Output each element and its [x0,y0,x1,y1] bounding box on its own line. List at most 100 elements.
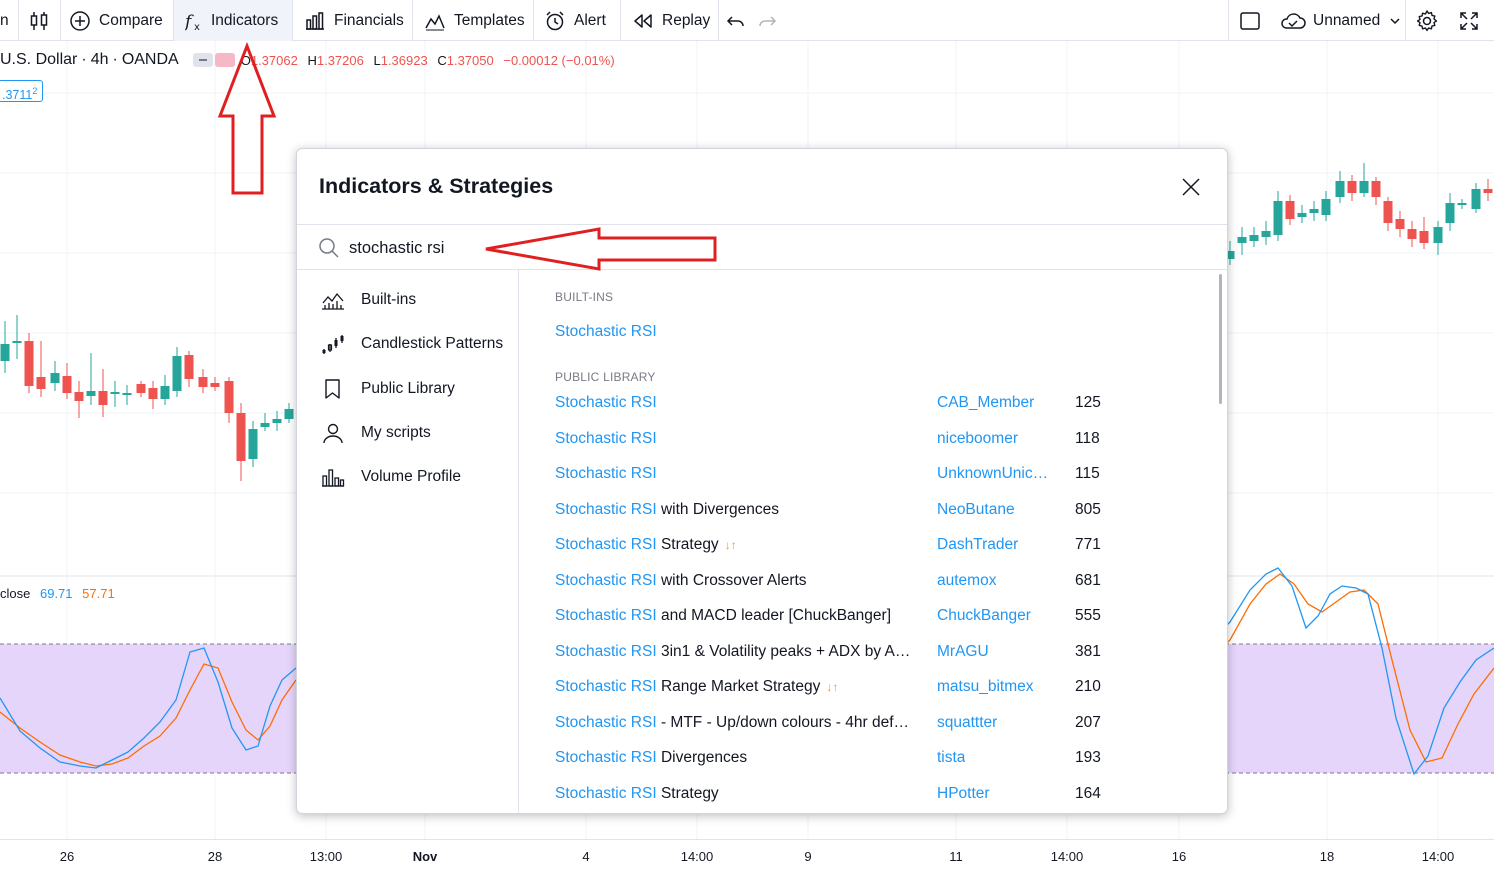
time-axis-label: 26 [59,849,75,864]
close-button[interactable] [1177,173,1205,201]
time-axis-label: 18 [1319,849,1335,864]
candle-body [136,384,146,393]
result-name-rest: Divergences [656,749,748,766]
sidebar-item-public-library[interactable]: Public Library [321,374,455,404]
time-axis[interactable]: 26 28 13:00 Nov 4 14:00 9 11 14:00 16 18 14:00 [0,839,1494,871]
alert-button[interactable]: Alert [544,0,606,41]
result-author[interactable]: autemox [937,572,996,590]
result-likes: 210 [1075,678,1101,695]
chart-type-button[interactable] [28,0,50,41]
divider [718,0,719,41]
hide-icon[interactable] [192,53,213,67]
result-author[interactable]: HPotter [937,785,990,803]
result-name: Stochastic RSI Strategy [555,785,725,803]
candle-body [260,423,270,427]
results-list[interactable]: BUILT-INS Stochastic RSI PUBLIC LIBRARY … [519,270,1227,813]
result-row[interactable]: Stochastic RSI UnknownUnic… 115 [519,460,1219,490]
candle-body [272,419,282,423]
time-axis-label: 13:00 [309,849,343,864]
result-likes: 115 [1075,465,1100,482]
undo-button[interactable] [725,0,747,41]
replay-button[interactable]: Replay [632,0,710,41]
result-name-highlight: Stochastic RSI [555,784,657,802]
result-author[interactable]: CAB_Member [937,394,1034,412]
result-author[interactable]: matsu_bitmex [937,678,1033,696]
search-input[interactable] [349,235,729,261]
result-row[interactable]: Stochastic RSI - MTF - Up/down colours -… [519,709,1219,739]
templates-label: Templates [454,11,525,29]
legend-toggles[interactable] [192,53,235,67]
cloud-icon [1281,12,1306,29]
result-author[interactable]: ChuckBanger [937,607,1031,625]
result-likes: 681 [1075,571,1101,589]
chevron-down-icon [1390,17,1400,24]
divider [412,0,413,41]
replay-label: Replay [662,11,711,29]
result-author[interactable]: DashTrader [937,536,1018,554]
result-likes: 207 [1075,713,1101,731]
result-name-rest: 3in1 & Volatility peaks + ADX by A… [656,642,911,660]
result-row[interactable]: Stochastic RSI CAB_Member 125 [519,389,1219,419]
compare-button[interactable]: Compare [69,0,163,41]
time-axis-label: 16 [1171,849,1187,864]
result-row[interactable]: Stochastic RSI Strategy ↓↑ DashTrader 771 [519,531,1219,561]
settings-button[interactable] [1415,0,1439,41]
templates-button[interactable]: Templates [424,0,525,41]
financials-label: Financials [334,11,404,29]
result-row[interactable]: Stochastic RSI with Divergences NeoButane… [519,496,1219,526]
candle-body [98,391,108,405]
candle-body [1335,181,1345,197]
candle-body [1261,231,1271,237]
financials-button[interactable]: Financials [304,0,404,41]
result-author[interactable]: UnknownUnic… [937,465,1048,483]
list-scrollbar[interactable] [1219,274,1222,404]
result-author[interactable]: niceboomer [937,430,1018,448]
built-ins-icon [322,292,344,310]
candle-body [12,341,22,343]
result-row[interactable]: Stochastic RSI [519,318,1219,348]
result-name-rest: and MACD leader [ChuckBanger] [656,607,891,624]
result-author[interactable]: MrAGU [937,643,989,661]
result-author[interactable]: tista [937,749,965,767]
result-author[interactable]: NeoButane [937,501,1015,519]
result-row[interactable]: Stochastic RSI 3in1 & Volatility peaks +… [519,638,1219,668]
result-row[interactable]: Stochastic RSI and MACD leader [ChuckBan… [519,602,1219,632]
fullscreen-button[interactable] [1458,0,1480,41]
candle-body [1321,199,1331,215]
result-author[interactable]: squattter [937,714,997,732]
redo-button[interactable] [756,0,778,41]
sidebar-item-volume-profile[interactable]: Volume Profile [321,462,461,492]
indicators-button[interactable]: fx Indicators [174,0,292,41]
result-name-highlight: Stochastic RSI [555,323,657,340]
result-row[interactable]: Stochastic RSI niceboomer 118 [519,425,1219,455]
result-row[interactable]: Stochastic RSI Divergences tista 193 [519,744,1219,774]
result-name-highlight: Stochastic RSI [555,678,657,695]
square-icon [1240,11,1260,30]
time-axis-label: 28 [207,849,223,864]
candle-body [1359,181,1369,193]
low-value: 1.36923 [380,52,428,68]
result-likes: 193 [1075,749,1101,766]
fullscreen-square-button[interactable] [1239,0,1261,41]
symbol-search-fragment[interactable]: n [0,0,9,41]
plus-circle-icon [70,10,90,31]
sidebar-item-label: Volume Profile [361,468,461,485]
wave-icon[interactable] [214,53,235,67]
result-name-highlight: Stochastic RSI [555,642,657,660]
candle-body [1285,201,1295,219]
result-row[interactable]: Stochastic RSI Strategy HPotter 164 [519,780,1219,810]
result-name-rest: Strategy [656,784,719,802]
result-name: Stochastic RSI with Crossover Alerts [555,572,813,590]
sidebar-item-my-scripts[interactable]: My scripts [321,418,431,448]
result-row[interactable]: Stochastic RSI with Crossover Alerts aute… [519,567,1219,597]
sidebar-item-built-ins[interactable]: Built-ins [321,285,416,315]
symbol-name[interactable]: U.S. Dollar [0,51,77,69]
candle-body [110,392,120,394]
result-row[interactable]: Stochastic RSI Range Market Strategy ↓↑ ma… [519,673,1219,703]
section-header-public-library: PUBLIC LIBRARY [555,370,656,384]
layout-menu-button[interactable]: Unnamed [1279,0,1404,41]
sidebar-item-candlestick-patterns[interactable]: Candlestick Patterns [321,329,503,359]
candle-body [1273,201,1283,235]
divider [1405,0,1406,41]
divider [18,0,19,41]
